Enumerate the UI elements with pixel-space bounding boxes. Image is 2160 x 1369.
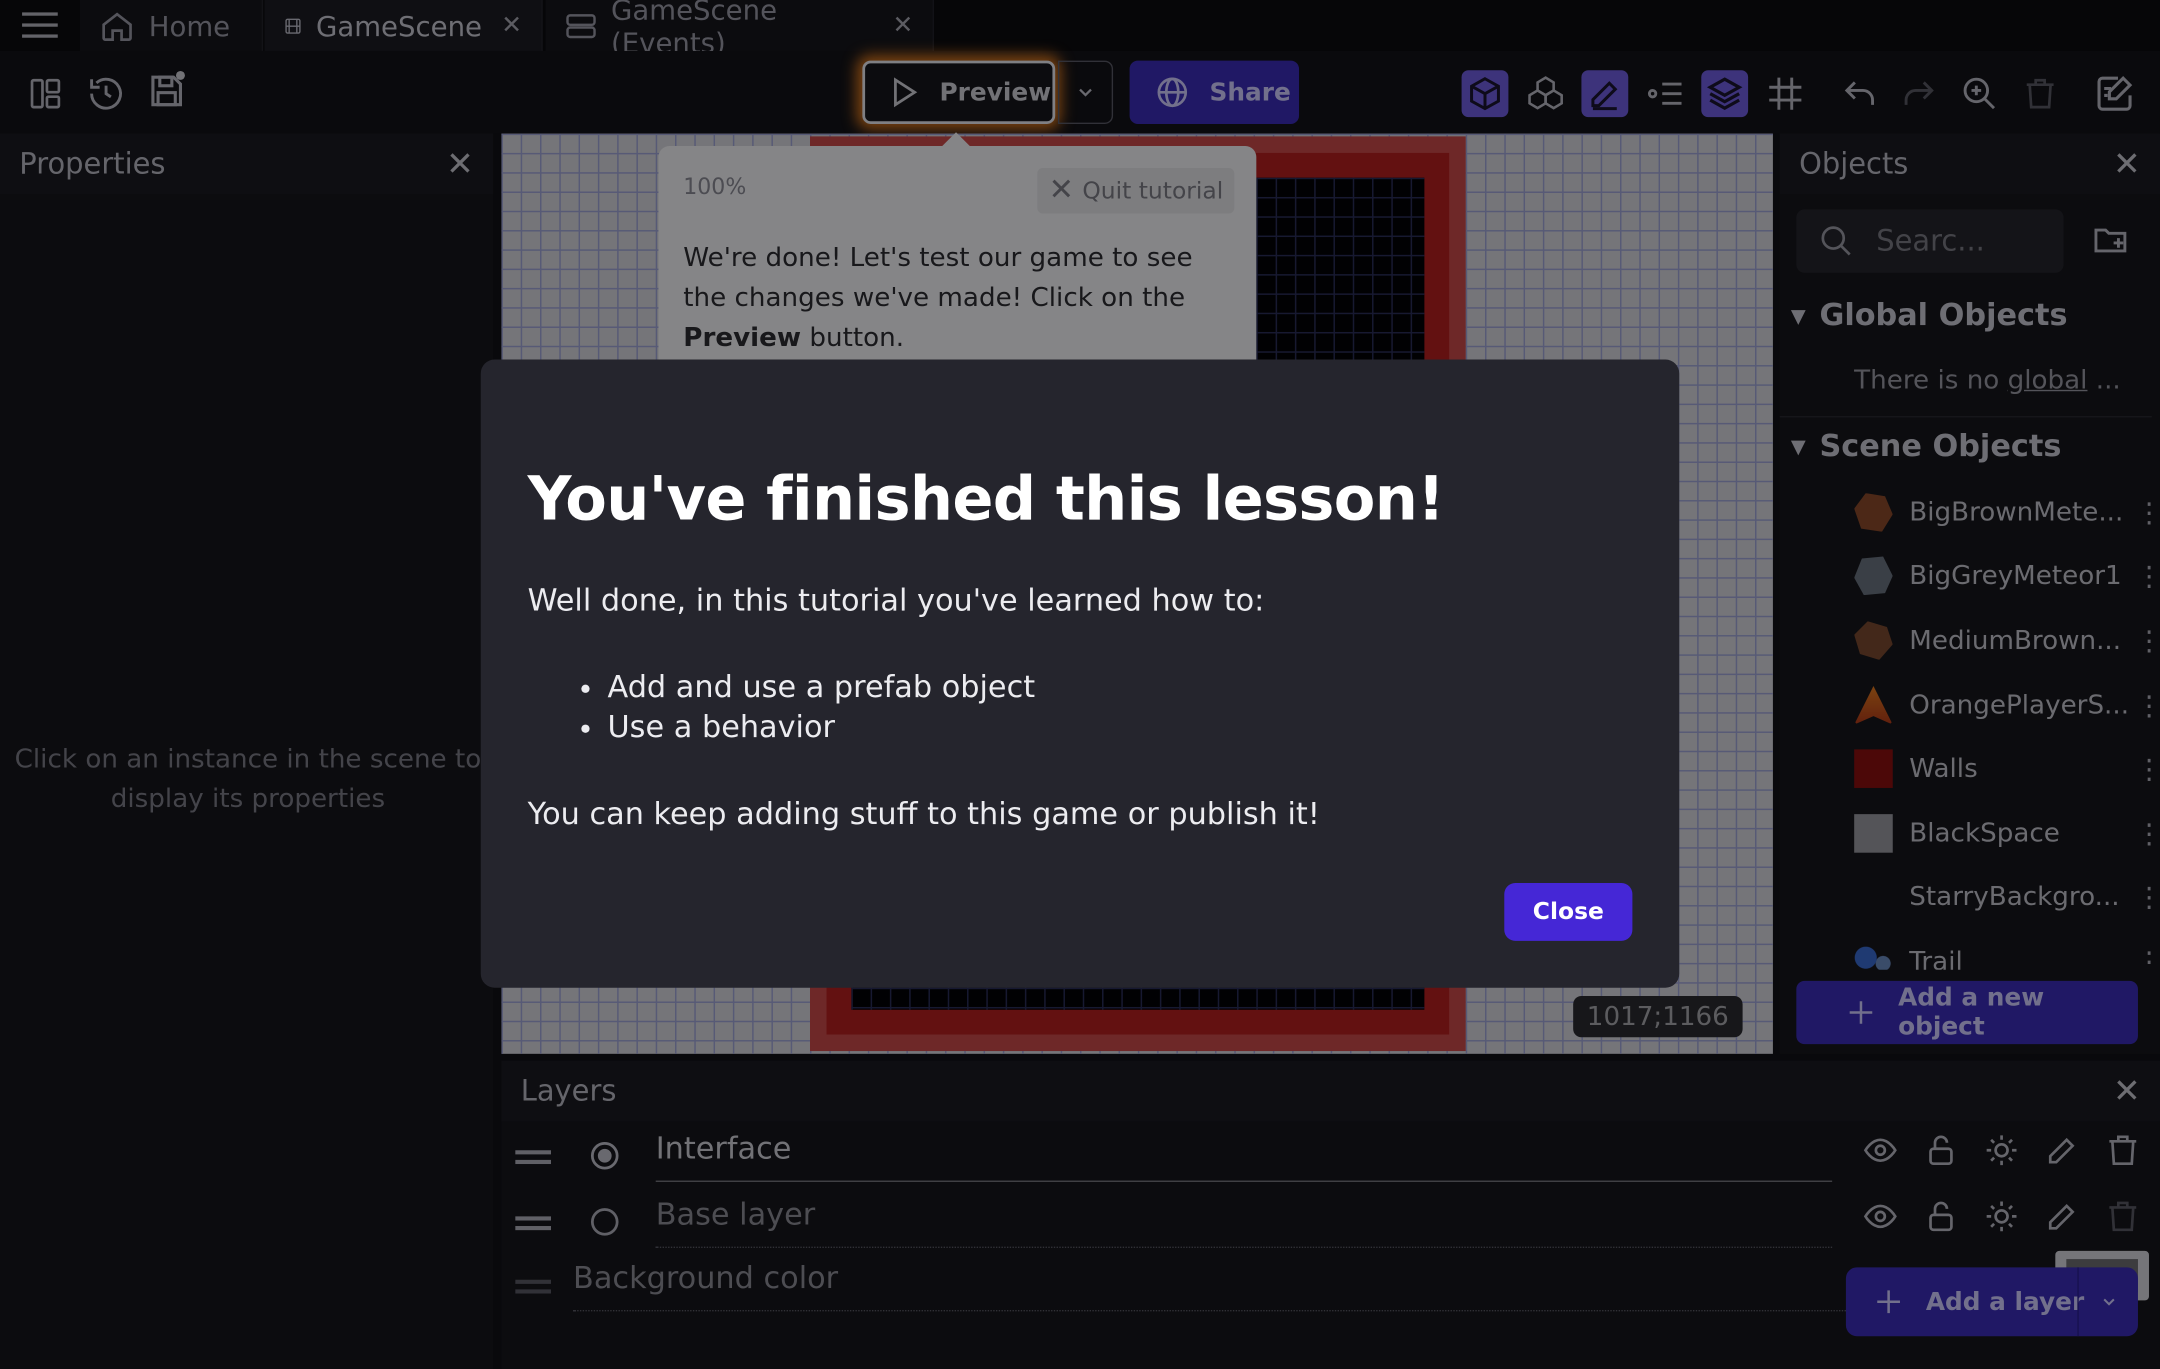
close-button[interactable]: Close — [1504, 883, 1633, 941]
app-window: Home GameScene ✕ GameScene (Events) ✕ Pr… — [0, 0, 2160, 1369]
lesson-complete-dialog: You've finished this lesson! Well done, … — [480, 359, 1680, 988]
list-item: Use a behavior — [607, 708, 1632, 748]
list-item: Add and use a prefab object — [607, 668, 1632, 708]
learned-list: Add and use a prefab object Use a behavi… — [607, 668, 1632, 748]
dialog-footer: You can keep adding stuff to this game o… — [527, 797, 1320, 833]
dialog-title: You've finished this lesson! — [527, 464, 1445, 535]
dialog-lead: Well done, in this tutorial you've learn… — [527, 584, 1265, 619]
